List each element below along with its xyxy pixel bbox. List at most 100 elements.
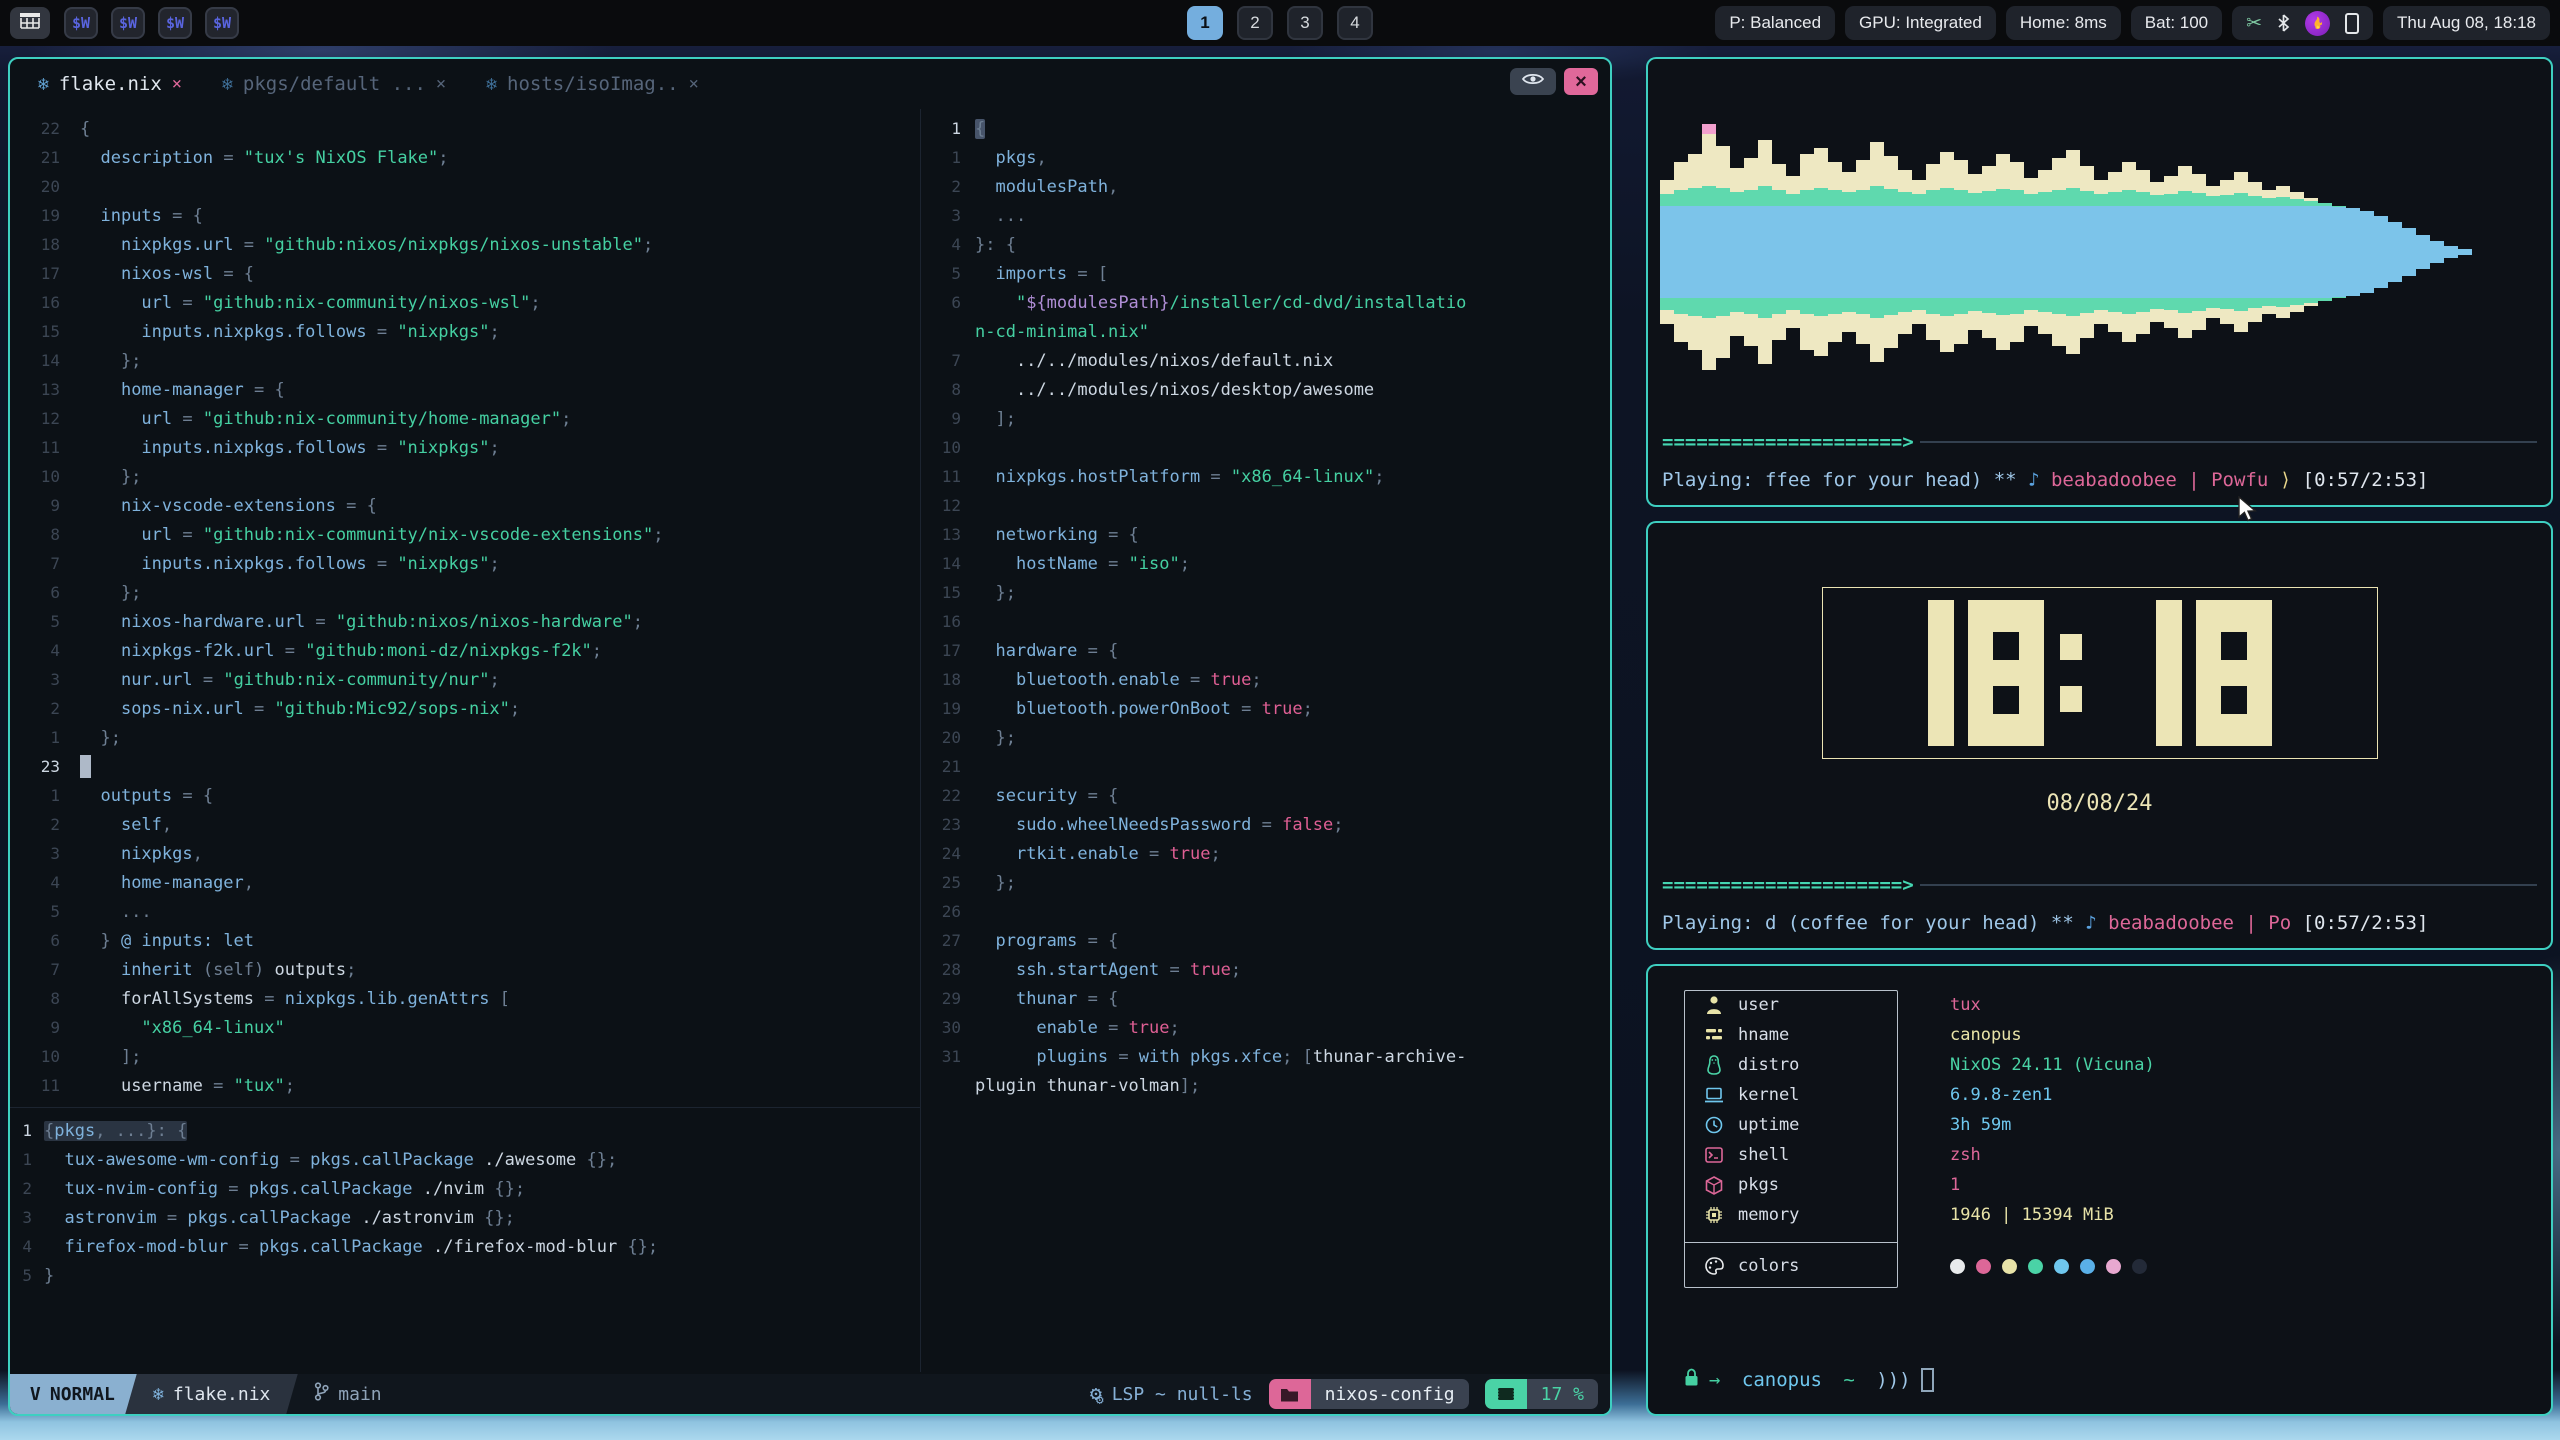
close-icon[interactable]: × (689, 74, 699, 94)
nix-icon: ❄ (486, 74, 497, 95)
workspace-tag-4[interactable]: $W (205, 7, 239, 39)
lsp-label: LSP ~ null-ls (1112, 1384, 1253, 1405)
code-line: 3 ... (921, 201, 1610, 230)
code-line: 28 ssh.startAgent = true; (921, 955, 1610, 984)
code-line: 2 self, (10, 810, 920, 839)
folder-icon (1269, 1379, 1311, 1409)
fetch-row-shell: shellzsh (1684, 1140, 2535, 1170)
system-tray: ✂ (2232, 6, 2373, 40)
mouse-cursor (2238, 496, 2260, 527)
progress-text: =====================> (1662, 874, 1914, 896)
editor-tab-hosts-isoImag-[interactable]: ❄hosts/isoImag..× (486, 73, 699, 95)
workspace-tag-1[interactable]: $W (64, 7, 98, 39)
code-line: 4 firefox-mod-blur = pkgs.callPackage ./… (10, 1232, 920, 1261)
code-line: 19 bluetooth.powerOnBoot = true; (921, 694, 1610, 723)
editor-tabbar: ❄flake.nix×❄pkgs/default ...×❄hosts/isoI… (10, 59, 1610, 109)
code-line: 3 nur.url = "github:nix-community/nur"; (10, 665, 920, 694)
terminal-window[interactable]: usertuxhnamecanopusdistroNixOS 24.11 (Vi… (1646, 964, 2553, 1416)
top-bar: $W $W $W $W 1234 P: BalancedGPU: Integrated… (0, 0, 2560, 46)
code-line: 4 home-manager, (10, 868, 920, 897)
close-icon[interactable]: × (172, 74, 182, 94)
music-bubble-icon[interactable] (2305, 11, 2330, 36)
code-line: n-cd-minimal.nix" (921, 317, 1610, 346)
visualizer-window: =====================> Playing: ffee for… (1646, 57, 2553, 507)
clock-window: 08/08/24 =====================> Playing:… (1646, 521, 2553, 950)
branch-label: main (338, 1384, 381, 1405)
pane-pkgs-default[interactable]: 1{pkgs, ...}: {1 tux-awesome-wm-config =… (10, 1111, 920, 1372)
code-line: 5 nixos-hardware.url = "github:nixos/nix… (10, 607, 920, 636)
code-line: 1 pkgs, (921, 143, 1610, 172)
status-chip-list: P: BalancedGPU: IntegratedHome: 8msBat: … (1715, 6, 2222, 40)
code-line: 7 inherit (self) outputs; (10, 955, 920, 984)
code-line: 1 }; (10, 723, 920, 752)
code-line: 12 (921, 491, 1610, 520)
bluetooth-icon[interactable] (2277, 14, 2290, 32)
close-window-button[interactable]: × (1564, 68, 1598, 95)
terminal-palette (1898, 1259, 2147, 1274)
code-line: 11 inputs.nixpkgs.follows = "nixpkgs"; (10, 433, 920, 462)
workspace-tag-2[interactable]: $W (111, 7, 145, 39)
file-segment: ❄ flake.nix (125, 1374, 298, 1414)
launcher-button[interactable] (10, 7, 50, 39)
fetch-row-colors: colors (1684, 1244, 2535, 1288)
file-label: flake.nix (173, 1384, 271, 1405)
code-line: 27 programs = { (921, 926, 1610, 955)
fetch-value: zsh (1898, 1145, 1981, 1165)
fetch-label: distro (1738, 1055, 1898, 1075)
close-icon[interactable]: × (436, 74, 446, 94)
code-line: 2 modulesPath, (921, 172, 1610, 201)
scissors-icon[interactable]: ✂ (2246, 12, 2262, 35)
code-line: 1{pkgs, ...}: { (10, 1116, 920, 1145)
code-line: 30 enable = true; (921, 1013, 1610, 1042)
player2-progress: =====================> (1662, 874, 2537, 896)
phone-icon[interactable] (2345, 13, 2359, 34)
fetch-row-pkgs: pkgs1 (1684, 1170, 2535, 1200)
shell-prompt[interactable]: → canopus ~ ))) (1684, 1368, 1934, 1392)
code-line: 6 "${modulesPath}/installer/cd-dvd/insta… (921, 288, 1610, 317)
palette-icon (1702, 1257, 1726, 1275)
status-chip: Home: 8ms (2006, 6, 2121, 40)
player2-now-playing: Playing: d (coffee for your head) ** ♪ b… (1662, 912, 2428, 934)
code-line: 13 networking = { (921, 520, 1610, 549)
code-line: 22{ (10, 114, 920, 143)
grid-icon (20, 13, 40, 34)
code-line: 21 description = "tux's NixOS Flake"; (10, 143, 920, 172)
code-line: 10 }; (10, 462, 920, 491)
lsp-segment: ⚙⚙ LSP ~ null-ls (1090, 1381, 1253, 1408)
screen-tab-1[interactable]: 1 (1187, 6, 1223, 40)
lock-icon (1684, 1368, 1699, 1392)
code-line: 21 (921, 752, 1610, 781)
screen-tab-2[interactable]: 2 (1237, 6, 1273, 40)
code-line: 18 bluetooth.enable = true; (921, 665, 1610, 694)
editor-tab-pkgs-default-[interactable]: ❄pkgs/default ...× (222, 73, 446, 95)
workspace-tag-3[interactable]: $W (158, 7, 192, 39)
tab-title: pkgs/default ... (243, 73, 426, 95)
pane-flake-nix[interactable]: 22{21 description = "tux's NixOS Flake";… (10, 109, 920, 1372)
code-line: 11 nixpkgs.hostPlatform = "x86_64-linux"… (921, 462, 1610, 491)
code-line: 9 nix-vscode-extensions = { (10, 491, 920, 520)
eye-toggle-button[interactable] (1510, 68, 1556, 95)
code-line: 1 tux-awesome-wm-config = pkgs.callPacka… (10, 1145, 920, 1174)
screen-tab-4[interactable]: 4 (1337, 6, 1373, 40)
server-icon (1702, 1027, 1726, 1043)
code-line: 10 (921, 433, 1610, 462)
laptop-icon (1702, 1087, 1726, 1103)
git-branch-segment: main (314, 1382, 381, 1406)
digital-clock (1822, 587, 2378, 759)
pane-iso-image[interactable]: 1{1 pkgs,2 modulesPath,3 ...4}: {5 impor… (921, 109, 1610, 1372)
clock-chip[interactable]: Thu Aug 08, 18:18 (2383, 6, 2550, 40)
fetch-label: pkgs (1738, 1175, 1898, 1195)
code-line: 29 thunar = { (921, 984, 1610, 1013)
fetch-row-uptime: uptime3h 59m (1684, 1110, 2535, 1140)
code-line: 12 url = "github:nix-community/home-mana… (10, 404, 920, 433)
fetch-value: 1 (1898, 1175, 1960, 1195)
clock-date: 08/08/24 (1648, 791, 2551, 816)
fetch-label: kernel (1738, 1085, 1898, 1105)
terminal-cursor (1921, 1368, 1934, 1392)
editor-tab-flake-nix[interactable]: ❄flake.nix× (38, 73, 182, 95)
fetch-value: 3h 59m (1898, 1115, 2011, 1135)
screen-tab-3[interactable]: 3 (1287, 6, 1323, 40)
vim-mode-icon: V (30, 1384, 41, 1405)
penguin-icon (1702, 1055, 1726, 1075)
code-line: 5} (10, 1261, 920, 1290)
